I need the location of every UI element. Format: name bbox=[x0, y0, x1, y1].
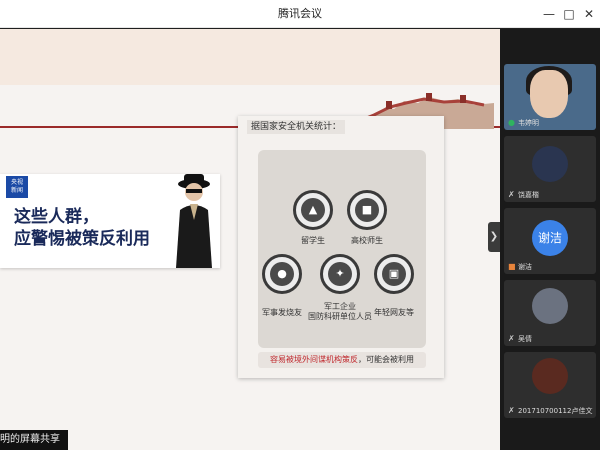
close-icon[interactable]: ✕ bbox=[580, 5, 598, 23]
participant-tile[interactable]: ✗ 饶嘉楷 bbox=[504, 136, 596, 202]
warning-banner: 容易被境外间谍机构策反，可能会被利用 bbox=[258, 352, 426, 368]
window-title: 腾讯会议 bbox=[278, 7, 322, 20]
screen-share-caption: 明的屏幕共享 bbox=[0, 430, 68, 450]
teacher-icon: ■ bbox=[347, 190, 387, 230]
video-face bbox=[530, 70, 568, 118]
avatar bbox=[532, 358, 568, 394]
participant-tile[interactable]: 谢洁 ■ 谢洁 bbox=[504, 208, 596, 274]
mic-muted-icon: ✗ bbox=[508, 406, 515, 415]
participant-tile[interactable]: ● 韦婷明 bbox=[504, 64, 596, 130]
user-icon: ■ bbox=[508, 262, 516, 271]
news-headline-line1: 这些人群， bbox=[14, 207, 99, 227]
slide-header-band bbox=[0, 29, 500, 85]
mic-muted-icon: ✗ bbox=[508, 334, 515, 343]
cctv-news-logo: 央视 新闻 bbox=[6, 176, 28, 198]
maximize-icon[interactable]: □ bbox=[560, 5, 578, 23]
graduate-icon: ▲ bbox=[293, 190, 333, 230]
avatar bbox=[532, 146, 568, 182]
minimize-icon[interactable]: — bbox=[540, 5, 558, 23]
warning-red-text: 容易被境外间谍机构策反 bbox=[270, 355, 358, 364]
news-headline-line2: 应警惕被策反利用 bbox=[14, 229, 150, 249]
news-headline: 这些人群， 应警惕被策反利用 bbox=[14, 206, 184, 250]
participant-name: 吴倩 bbox=[518, 335, 532, 343]
collapse-panel-button[interactable]: ❯ bbox=[488, 222, 500, 252]
stats-source-label: 据国家安全机关统计： bbox=[247, 120, 346, 134]
participant-tile[interactable]: ✗ 201710700112卢佳文 bbox=[504, 352, 596, 418]
binoculars-icon: ● bbox=[262, 254, 302, 294]
participant-name: 韦婷明 bbox=[518, 119, 539, 127]
title-bar: 腾讯会议 — □ ✕ bbox=[0, 0, 600, 28]
participant-tile[interactable]: ✗ 吴倩 bbox=[504, 280, 596, 346]
avatar: 谢洁 bbox=[532, 220, 568, 256]
participant-name: 201710700112卢佳文 bbox=[518, 407, 593, 415]
aircraft-icon: ✦ bbox=[320, 254, 360, 294]
participant-name: 饶嘉楷 bbox=[518, 191, 539, 199]
mic-active-icon: ● bbox=[508, 118, 515, 127]
participant-name: 谢洁 bbox=[518, 263, 532, 271]
computer-user-icon: ▣ bbox=[374, 254, 414, 294]
warning-black-text: ，可能会被利用 bbox=[358, 355, 414, 364]
avatar bbox=[532, 288, 568, 324]
group-label: 高校师生 bbox=[351, 236, 383, 245]
mic-muted-icon: ✗ bbox=[508, 190, 515, 199]
group-label: 年轻网友等 bbox=[374, 308, 414, 317]
group-label: 军事发烧友 bbox=[262, 308, 302, 317]
spy-figure-image bbox=[176, 174, 212, 268]
